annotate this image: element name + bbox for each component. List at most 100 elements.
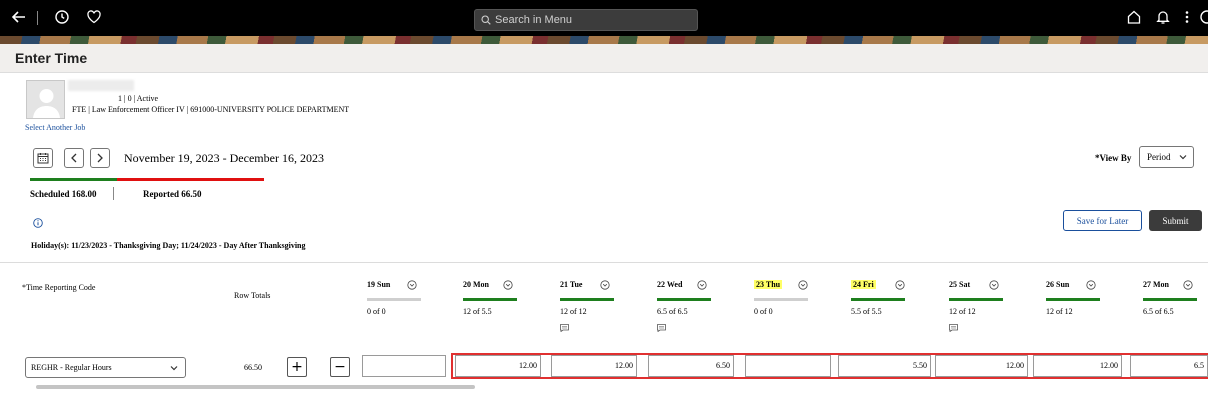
day-hours: 12 of 12	[949, 307, 976, 316]
expand-day-icon[interactable]	[798, 280, 808, 290]
save-for-later-button[interactable]: Save for Later	[1063, 210, 1142, 231]
more-actions-icon[interactable]	[1176, 6, 1198, 28]
holiday-notice: Holiday(s): 11/23/2023 - Thanksgiving Da…	[31, 241, 306, 250]
day-label: 27 Mon	[1143, 280, 1169, 289]
day-column: 20 Mon 12 of 5.5	[463, 280, 523, 340]
time-reporting-code-select[interactable]: REGHR - Regular Hours	[25, 357, 186, 378]
previous-period-button[interactable]	[64, 148, 84, 168]
day-column: 27 Mon 6.5 of 6.5	[1143, 280, 1203, 340]
day-label: 22 Wed	[657, 280, 683, 289]
delete-row-button[interactable]: −	[330, 357, 350, 377]
comment-icon[interactable]	[657, 324, 666, 332]
calendar-icon	[37, 153, 49, 164]
next-period-button[interactable]	[90, 148, 110, 168]
day-status-bar	[851, 298, 905, 301]
view-by-select[interactable]: Period	[1139, 146, 1194, 168]
info-icon[interactable]	[33, 218, 43, 228]
reported-progress-bar	[117, 178, 264, 181]
day-column: 21 Tue 12 of 12	[560, 280, 620, 340]
day-label: 25 Sat	[949, 280, 971, 289]
add-row-button[interactable]: +	[287, 357, 307, 377]
expand-day-icon[interactable]	[989, 280, 999, 290]
toolbar-divider	[37, 11, 38, 25]
summary-divider	[113, 187, 114, 200]
day-status-bar	[657, 298, 711, 301]
chevron-down-icon	[1179, 155, 1187, 160]
page-title: Enter Time	[15, 50, 88, 66]
row-totals-header: Row Totals	[234, 291, 271, 300]
page-title-bar: Enter Time	[0, 44, 1208, 73]
period-range: November 19, 2023 - December 16, 2023	[124, 151, 324, 165]
time-reporting-code-header: *Time Reporting Code	[22, 283, 96, 292]
employee-job-description: FTE | Law Enforcement Officer IV | 69100…	[72, 105, 350, 114]
day-status-bar	[754, 298, 808, 301]
day-column: 22 Wed 6.5 of 6.5	[657, 280, 717, 340]
notification-bell-icon[interactable]	[1152, 6, 1174, 28]
reported-total: Reported 66.50	[143, 189, 202, 199]
comment-icon[interactable]	[949, 324, 958, 332]
day-hours: 0 of 0	[367, 307, 386, 316]
day-status-bar	[463, 298, 517, 301]
day-label: 19 Sun	[367, 280, 391, 289]
chevron-down-icon	[170, 366, 178, 371]
day-status-bar	[367, 298, 421, 301]
chevron-left-icon	[71, 153, 77, 163]
history-clock-icon[interactable]	[51, 6, 73, 28]
day-hours: 5.5 of 5.5	[851, 307, 882, 316]
day-hours: 0 of 0	[754, 307, 773, 316]
day-label: 20 Mon	[463, 280, 489, 289]
section-divider	[0, 262, 1208, 263]
expand-day-icon[interactable]	[1086, 280, 1096, 290]
select-another-job-link[interactable]: Select Another Job	[25, 123, 85, 132]
day-column: 26 Sun 12 of 12	[1046, 280, 1106, 340]
scheduled-progress-bar	[30, 178, 117, 181]
day-column: 25 Sat 12 of 12	[949, 280, 1009, 340]
scheduled-total: Scheduled 168.00	[30, 189, 97, 199]
expand-day-icon[interactable]	[1183, 280, 1193, 290]
back-arrow-icon[interactable]	[8, 6, 30, 28]
hours-input-cell[interactable]	[362, 355, 446, 377]
trc-value: REGHR - Regular Hours	[31, 363, 112, 372]
expand-day-icon[interactable]	[697, 280, 707, 290]
day-label: 23 Thu	[754, 280, 783, 289]
submit-button[interactable]: Submit	[1149, 210, 1202, 231]
day-hours: 12 of 5.5	[463, 307, 492, 316]
day-hours: 12 of 12	[1046, 307, 1073, 316]
row-total-value: 66.50	[244, 363, 262, 372]
day-label: 24 Fri	[851, 280, 876, 289]
person-silhouette-icon	[33, 89, 60, 118]
redacted-employee-name	[68, 80, 134, 91]
view-by-label: *View By	[1095, 153, 1132, 163]
expand-day-icon[interactable]	[503, 280, 513, 290]
menu-search-input[interactable]: Search in Menu	[474, 9, 698, 31]
favorites-heart-icon[interactable]	[83, 6, 105, 28]
day-column: 19 Sun 0 of 0	[367, 280, 427, 340]
day-hours: 12 of 12	[560, 307, 587, 316]
expand-day-icon[interactable]	[895, 280, 905, 290]
comment-icon[interactable]	[560, 324, 569, 332]
plus-icon: +	[291, 359, 303, 375]
home-icon[interactable]	[1123, 6, 1145, 28]
view-by-value: Period	[1147, 152, 1171, 162]
day-hours: 6.5 of 6.5	[657, 307, 688, 316]
day-label: 21 Tue	[560, 280, 583, 289]
calendar-button[interactable]	[33, 148, 53, 168]
employee-avatar	[26, 80, 65, 119]
expand-day-icon[interactable]	[600, 280, 610, 290]
error-highlight-frame	[451, 353, 1208, 379]
top-navigation-bar: Search in Menu	[0, 0, 1208, 36]
expand-day-icon[interactable]	[407, 280, 417, 290]
decorative-banner	[0, 36, 1208, 44]
minus-icon: −	[334, 359, 346, 375]
day-hours: 6.5 of 6.5	[1143, 307, 1174, 316]
day-status-bar	[1143, 298, 1197, 301]
employee-status: 1 | 0 | Active	[118, 94, 159, 103]
navbar-icon[interactable]	[1196, 6, 1208, 28]
chevron-right-icon	[97, 153, 103, 163]
day-column: 24 Fri 5.5 of 5.5	[851, 280, 911, 340]
day-column: 23 Thu 0 of 0	[754, 280, 814, 340]
horizontal-scrollbar[interactable]	[36, 385, 475, 389]
search-icon	[481, 15, 491, 25]
search-placeholder: Search in Menu	[495, 14, 573, 26]
day-status-bar	[949, 298, 1003, 301]
